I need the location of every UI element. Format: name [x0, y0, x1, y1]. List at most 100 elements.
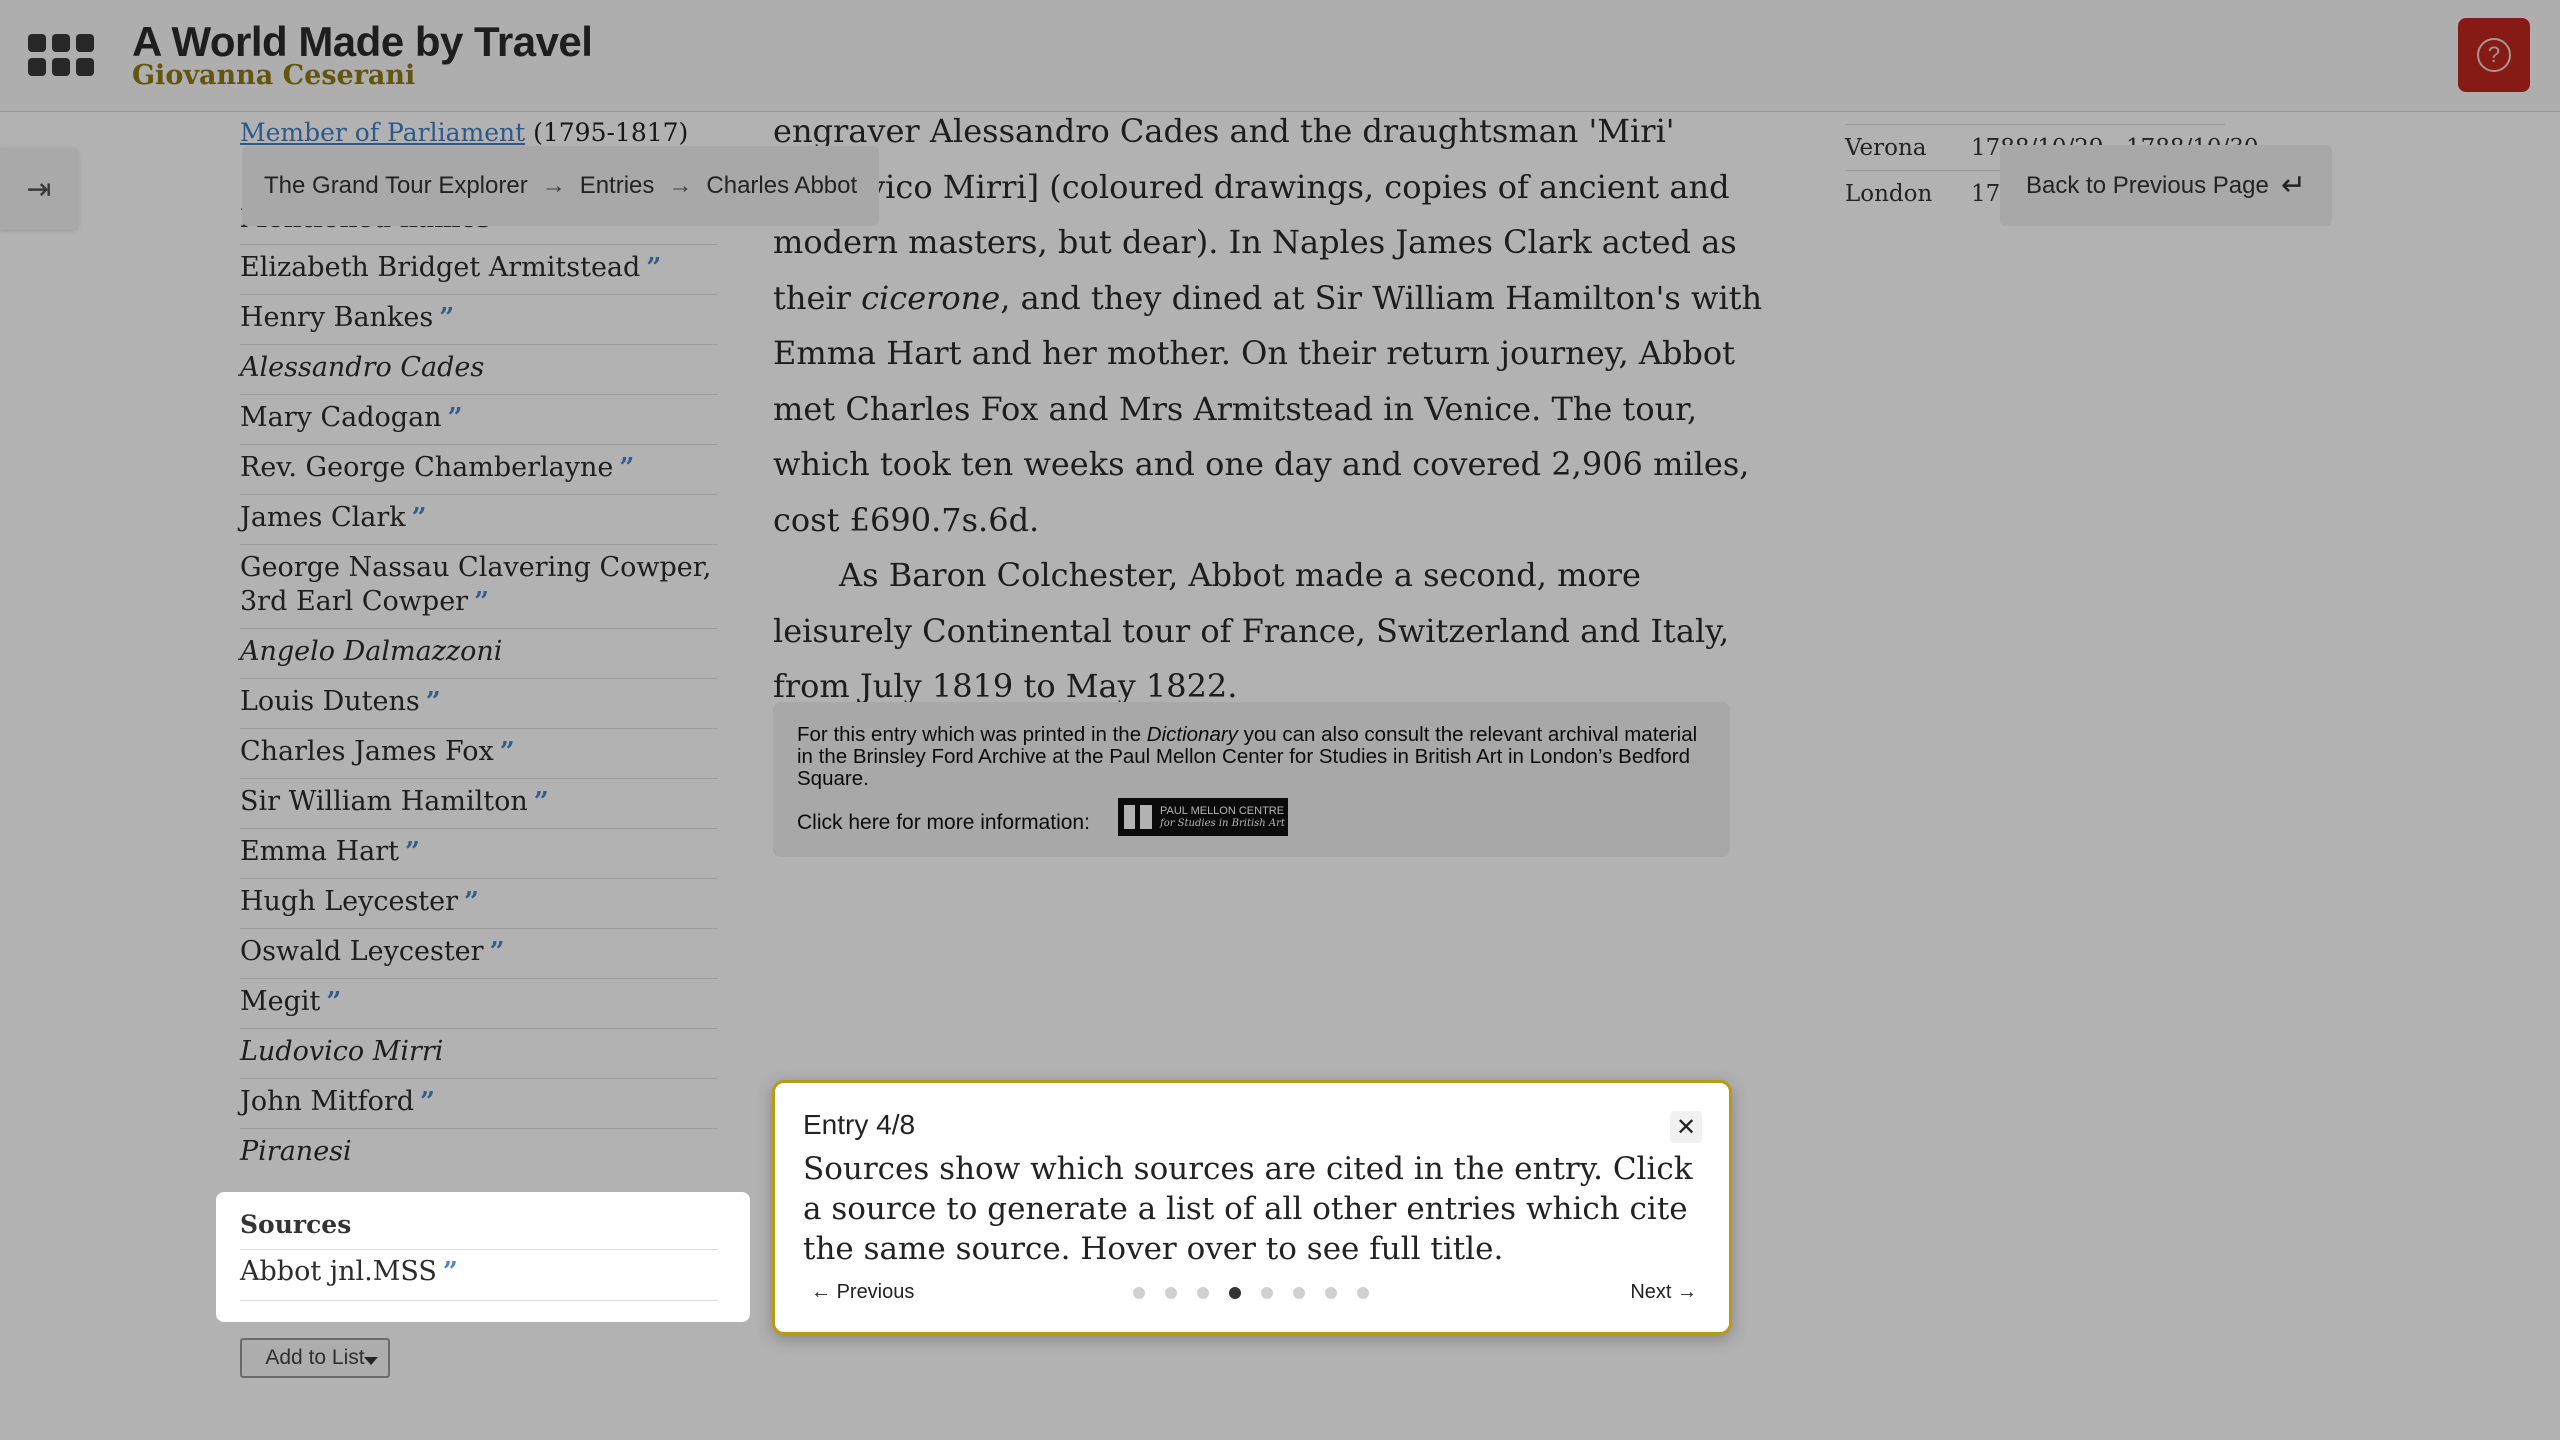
- mentioned-name-label: John Mitford: [240, 1086, 415, 1117]
- mentioned-name-item[interactable]: Rev. George Chamberlayne”: [240, 444, 718, 494]
- tour-step-dot[interactable]: [1133, 1287, 1145, 1299]
- career-line: Member of Parliament (1795-1817): [240, 118, 688, 147]
- italic-term: cicerone: [861, 278, 1001, 317]
- mentioned-name-item[interactable]: Elizabeth Bridget Armitstead”: [240, 244, 718, 294]
- mentioned-name-label: Piranesi: [240, 1136, 352, 1167]
- paragraph-text: , and they dined at Sir William Hamilton…: [773, 278, 1763, 539]
- quote-icon[interactable]: ”: [439, 303, 454, 333]
- mentioned-name-item[interactable]: Megit”: [240, 978, 718, 1028]
- question-mark-icon: ?: [2477, 38, 2511, 72]
- sidebar-toggle-button[interactable]: ⇥: [0, 148, 78, 230]
- mentioned-name-item[interactable]: Emma Hart”: [240, 828, 718, 878]
- mentioned-name-label: Emma Hart: [240, 836, 399, 867]
- mentioned-name-item[interactable]: John Mitford”: [240, 1078, 718, 1128]
- quote-icon[interactable]: ”: [474, 587, 489, 617]
- mentioned-name-label: Alessandro Cades: [240, 352, 485, 383]
- mentioned-name-item[interactable]: Sir William Hamilton”: [240, 778, 718, 828]
- mentioned-name-item[interactable]: Henry Bankes”: [240, 294, 718, 344]
- mentioned-name-label: Hugh Leycester: [240, 886, 459, 917]
- quote-icon[interactable]: ”: [412, 503, 427, 533]
- site-author: Giovanna Ceserani: [132, 60, 416, 91]
- quote-icon[interactable]: ”: [534, 787, 549, 817]
- mentioned-name-item[interactable]: George Nassau Clavering Cowper, 3rd Earl…: [240, 544, 718, 628]
- mentioned-name-label: James Clark: [240, 502, 406, 533]
- sources-title: Sources: [240, 1210, 352, 1239]
- back-to-previous-page-button[interactable]: Back to Previous Page ↵: [2000, 145, 2332, 226]
- tour-step-dot[interactable]: [1293, 1287, 1305, 1299]
- site-title[interactable]: A World Made by Travel: [132, 18, 593, 66]
- previous-label: Previous: [836, 1281, 915, 1303]
- tour-step-dot[interactable]: [1357, 1287, 1369, 1299]
- mentioned-names-list: Elizabeth Bridget Armitstead” Henry Banke…: [240, 244, 718, 1178]
- source-item[interactable]: Abbot jnl.MSS”: [240, 1256, 458, 1287]
- tour-description: Sources show which sources are cited in …: [803, 1151, 1693, 1267]
- paul-mellon-centre-logo[interactable]: PAUL MELLON CENTRE for Studies in British…: [1118, 798, 1288, 836]
- back-button-label: Back to Previous Page: [2026, 171, 2269, 199]
- mentioned-name-label: Elizabeth Bridget Armitstead: [240, 252, 641, 283]
- tour-next-button[interactable]: Next →: [1630, 1281, 1697, 1304]
- add-to-list-label: Add to List: [265, 1346, 365, 1369]
- tour-step-title: Entry 4/8: [803, 1109, 916, 1140]
- logo-line: for Studies in British Art: [1160, 817, 1285, 829]
- mentioned-name-label: Megit: [240, 986, 321, 1017]
- mp-link[interactable]: Member of Parliament: [240, 118, 525, 147]
- mentioned-name-label: Ludovico Mirri: [240, 1036, 444, 1067]
- quote-icon: ”: [442, 1257, 458, 1287]
- tour-step-dot[interactable]: [1261, 1287, 1273, 1299]
- tour-step-dot[interactable]: [1165, 1287, 1177, 1299]
- tour-previous-button[interactable]: ← Previous: [811, 1281, 914, 1304]
- mentioned-name-label: Mary Cadogan: [240, 402, 442, 433]
- breadcrumb-home[interactable]: The Grand Tour Explorer: [264, 172, 528, 200]
- quote-icon[interactable]: ”: [420, 1087, 435, 1117]
- mentioned-name-item[interactable]: Piranesi: [240, 1128, 718, 1178]
- breadcrumb-current: Charles Abbot: [706, 172, 858, 199]
- arrow-right-icon: →: [668, 172, 693, 199]
- place-name[interactable]: Verona: [1845, 135, 1926, 161]
- quote-icon[interactable]: ”: [426, 687, 441, 717]
- help-button[interactable]: ?: [2458, 18, 2530, 92]
- mentioned-name-item[interactable]: Oswald Leycester”: [240, 928, 718, 978]
- mentioned-name-item[interactable]: Mary Cadogan”: [240, 394, 718, 444]
- tour-step-dot[interactable]: [1325, 1287, 1337, 1299]
- apps-grid-icon[interactable]: [28, 34, 94, 78]
- archive-click-label: Click here for more information:: [797, 811, 1090, 834]
- mentioned-name-item[interactable]: Alessandro Cades: [240, 344, 718, 394]
- quote-icon[interactable]: ”: [490, 937, 505, 967]
- mp-years: (1795-1817): [533, 118, 689, 147]
- mentioned-name-item[interactable]: Charles James Fox”: [240, 728, 718, 778]
- mentioned-name-item[interactable]: Louis Dutens”: [240, 678, 718, 728]
- arrow-left-icon: ←: [811, 1281, 831, 1303]
- divider: [240, 1300, 718, 1301]
- logo-line: PAUL MELLON CENTRE: [1160, 804, 1285, 817]
- close-icon: ✕: [1675, 1113, 1697, 1141]
- quote-icon[interactable]: ”: [448, 403, 463, 433]
- mentioned-name-label: Henry Bankes: [240, 302, 434, 333]
- quote-icon[interactable]: ”: [405, 837, 420, 867]
- quote-icon[interactable]: ”: [619, 453, 634, 483]
- pmc-mark-icon: [1124, 805, 1152, 829]
- breadcrumb-entries[interactable]: Entries: [580, 172, 655, 200]
- entry-text: engraver Alessandro Cades and the draugh…: [773, 104, 1783, 715]
- mentioned-name-item[interactable]: James Clark”: [240, 494, 718, 544]
- archive-text: For this entry which was printed in the …: [797, 724, 1706, 790]
- add-to-list-dropdown[interactable]: Add to List: [240, 1338, 390, 1378]
- quote-icon[interactable]: ”: [464, 887, 479, 917]
- mentioned-name-label: Sir William Hamilton: [240, 786, 528, 817]
- app-header: A World Made by Travel Giovanna Ceserani…: [0, 0, 2560, 112]
- place-name[interactable]: London: [1845, 181, 1932, 207]
- close-tour-button[interactable]: ✕: [1670, 1111, 1702, 1143]
- return-arrow-icon: ↵: [2280, 169, 2306, 202]
- quote-icon[interactable]: ”: [646, 253, 661, 283]
- mentioned-name-item[interactable]: Hugh Leycester”: [240, 878, 718, 928]
- mentioned-name-item[interactable]: Angelo Dalmazzoni: [240, 628, 718, 678]
- mentioned-name-label: Angelo Dalmazzoni: [240, 636, 503, 667]
- mentioned-name-item[interactable]: Ludovico Mirri: [240, 1028, 718, 1078]
- tour-step-dot[interactable]: [1229, 1287, 1241, 1299]
- tour-step-dot[interactable]: [1197, 1287, 1209, 1299]
- expand-sidebar-icon: ⇥: [26, 172, 52, 206]
- quote-icon[interactable]: ”: [326, 987, 341, 1017]
- divider: [240, 1249, 718, 1250]
- quote-icon[interactable]: ”: [500, 737, 515, 767]
- breadcrumb: The Grand Tour Explorer → Entries → Char…: [242, 146, 880, 226]
- entry-paragraph: engraver Alessandro Cades and the draugh…: [773, 104, 1783, 548]
